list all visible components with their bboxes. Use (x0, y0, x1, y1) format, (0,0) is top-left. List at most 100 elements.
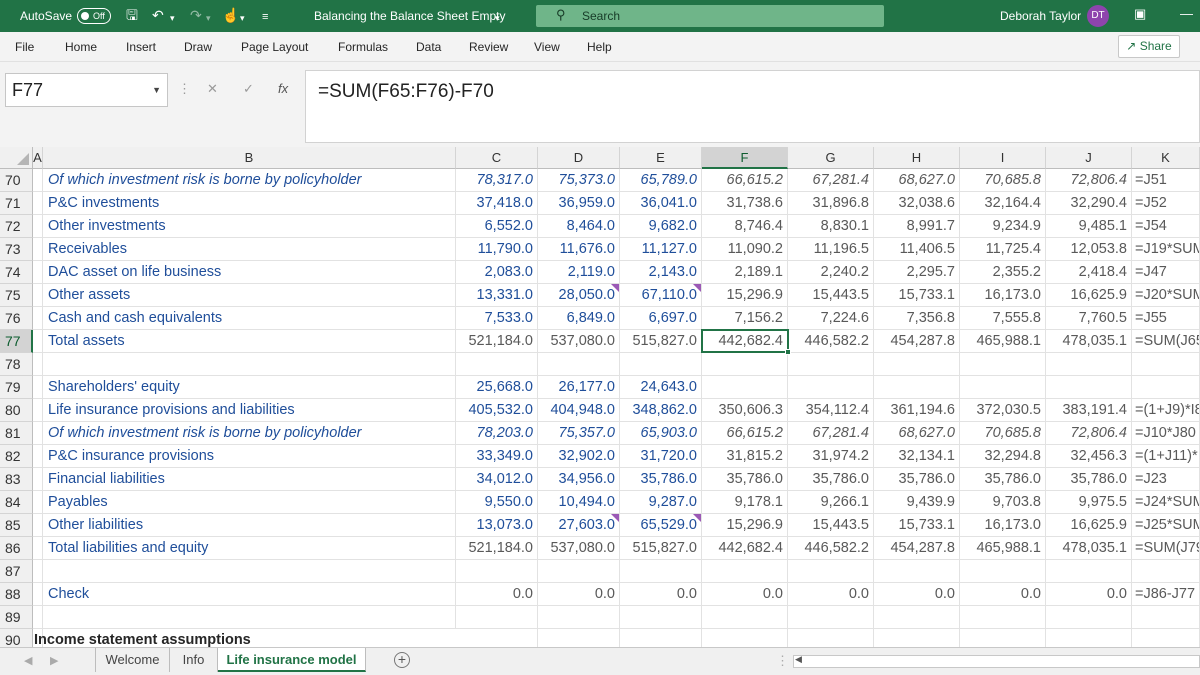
cell-d79[interactable]: 26,177.0 (538, 376, 620, 399)
cell-k86[interactable]: =SUM(J79 (1132, 537, 1200, 560)
scroll-left-icon[interactable]: ◀ (795, 654, 802, 665)
enter-icon[interactable]: ✓ (243, 81, 254, 97)
cell-e71[interactable]: 36,041.0 (620, 192, 702, 215)
cell-i76[interactable]: 7,555.8 (960, 307, 1046, 330)
row-header[interactable]: 85 (0, 514, 33, 537)
cell-k74[interactable]: =J47 (1132, 261, 1200, 284)
column-header-b[interactable]: B (43, 147, 456, 169)
cell-j78[interactable] (1046, 353, 1132, 376)
cell-c72[interactable]: 6,552.0 (456, 215, 538, 238)
tab-formulas[interactable]: Formulas (338, 40, 388, 54)
cell-c74[interactable]: 2,083.0 (456, 261, 538, 284)
cell-a[interactable] (33, 376, 43, 399)
insert-function-icon[interactable]: fx (278, 81, 288, 96)
cell-h89[interactable] (874, 606, 960, 629)
cell-c84[interactable]: 9,550.0 (456, 491, 538, 514)
cell-i87[interactable] (960, 560, 1046, 583)
comment-indicator-icon[interactable] (693, 284, 701, 292)
cell-d75[interactable]: 28,050.0 (538, 284, 620, 307)
cell-j85[interactable]: 16,625.9 (1046, 514, 1132, 537)
cell-k83[interactable]: =J23 (1132, 468, 1200, 491)
cell-d72[interactable]: 8,464.0 (538, 215, 620, 238)
cell-g88[interactable]: 0.0 (788, 583, 874, 606)
row-header[interactable]: 73 (0, 238, 33, 261)
customize-qat-icon[interactable]: ≡ (262, 9, 268, 25)
cell-d76[interactable]: 6,849.0 (538, 307, 620, 330)
cell-g73[interactable]: 11,196.5 (788, 238, 874, 261)
cell-c70[interactable]: 78,317.0 (456, 169, 538, 192)
cell-h90[interactable] (874, 629, 960, 647)
cell-g72[interactable]: 8,830.1 (788, 215, 874, 238)
cell-d89[interactable] (538, 606, 620, 629)
cell-j82[interactable]: 32,456.3 (1046, 445, 1132, 468)
cell-a[interactable] (33, 192, 43, 215)
cell-f81[interactable]: 66,615.2 (702, 422, 788, 445)
cell-d80[interactable]: 404,948.0 (538, 399, 620, 422)
cell-d74[interactable]: 2,119.0 (538, 261, 620, 284)
row-header[interactable]: 90 (0, 629, 33, 647)
cell-h73[interactable]: 11,406.5 (874, 238, 960, 261)
cell-a[interactable] (33, 238, 43, 261)
row-label[interactable]: Other investments (43, 215, 456, 238)
row-header[interactable]: 84 (0, 491, 33, 514)
cell-i81[interactable]: 70,685.8 (960, 422, 1046, 445)
cell-e84[interactable]: 9,287.0 (620, 491, 702, 514)
cell-a[interactable] (33, 353, 43, 376)
cell-c79[interactable]: 25,668.0 (456, 376, 538, 399)
cell-k78[interactable] (1132, 353, 1200, 376)
column-header-h[interactable]: H (874, 147, 960, 169)
cell-e89[interactable] (620, 606, 702, 629)
row-header[interactable]: 76 (0, 307, 33, 330)
cell-e72[interactable]: 9,682.0 (620, 215, 702, 238)
cell-c78[interactable] (456, 353, 538, 376)
cell-g78[interactable] (788, 353, 874, 376)
cell-e75[interactable]: 67,110.0 (620, 284, 702, 307)
cell-f85[interactable]: 15,296.9 (702, 514, 788, 537)
cell-i78[interactable] (960, 353, 1046, 376)
cell-a[interactable] (33, 445, 43, 468)
cell-g80[interactable]: 354,112.4 (788, 399, 874, 422)
cell-f89[interactable] (702, 606, 788, 629)
cell-e70[interactable]: 65,789.0 (620, 169, 702, 192)
cell-d81[interactable]: 75,357.0 (538, 422, 620, 445)
row-label[interactable]: P&C insurance provisions (43, 445, 456, 468)
cell-e74[interactable]: 2,143.0 (620, 261, 702, 284)
row-header[interactable]: 79 (0, 376, 33, 399)
undo-icon[interactable]: ↶ (152, 7, 164, 23)
cell-j84[interactable]: 9,975.5 (1046, 491, 1132, 514)
cell-k71[interactable]: =J52 (1132, 192, 1200, 215)
cell-e87[interactable] (620, 560, 702, 583)
chevron-down-icon[interactable]: ▼ (152, 74, 161, 106)
tab-help[interactable]: Help (587, 40, 612, 54)
cell-g77[interactable]: 446,582.2 (788, 330, 874, 353)
cell-g90[interactable] (788, 629, 874, 647)
cell-d86[interactable]: 537,080.0 (538, 537, 620, 560)
cell-e79[interactable]: 24,643.0 (620, 376, 702, 399)
cell-h82[interactable]: 32,134.1 (874, 445, 960, 468)
splitter-icon[interactable]: ⋮ (776, 653, 789, 669)
column-header-i[interactable]: I (960, 147, 1046, 169)
cell-c73[interactable]: 11,790.0 (456, 238, 538, 261)
tab-file[interactable]: File (15, 40, 34, 54)
cell-a[interactable] (33, 491, 43, 514)
cell-a[interactable] (33, 560, 43, 583)
row-label[interactable]: Income statement assumptions (33, 629, 456, 647)
cell-g85[interactable]: 15,443.5 (788, 514, 874, 537)
cell-h76[interactable]: 7,356.8 (874, 307, 960, 330)
row-label[interactable]: Payables (43, 491, 456, 514)
cell-k88[interactable]: =J86-J77 (1132, 583, 1200, 606)
cell-j80[interactable]: 383,191.4 (1046, 399, 1132, 422)
cell-c83[interactable]: 34,012.0 (456, 468, 538, 491)
cell-a[interactable] (33, 468, 43, 491)
cell-h70[interactable]: 68,627.0 (874, 169, 960, 192)
cell-i84[interactable]: 9,703.8 (960, 491, 1046, 514)
cell-d90[interactable] (538, 629, 620, 647)
cell-c81[interactable]: 78,203.0 (456, 422, 538, 445)
cell-k70[interactable]: =J51 (1132, 169, 1200, 192)
cell-a[interactable] (33, 422, 43, 445)
cell-j79[interactable] (1046, 376, 1132, 399)
cell-e73[interactable]: 11,127.0 (620, 238, 702, 261)
cell-c90[interactable] (456, 629, 538, 647)
cell-f71[interactable]: 31,738.6 (702, 192, 788, 215)
cell-g75[interactable]: 15,443.5 (788, 284, 874, 307)
